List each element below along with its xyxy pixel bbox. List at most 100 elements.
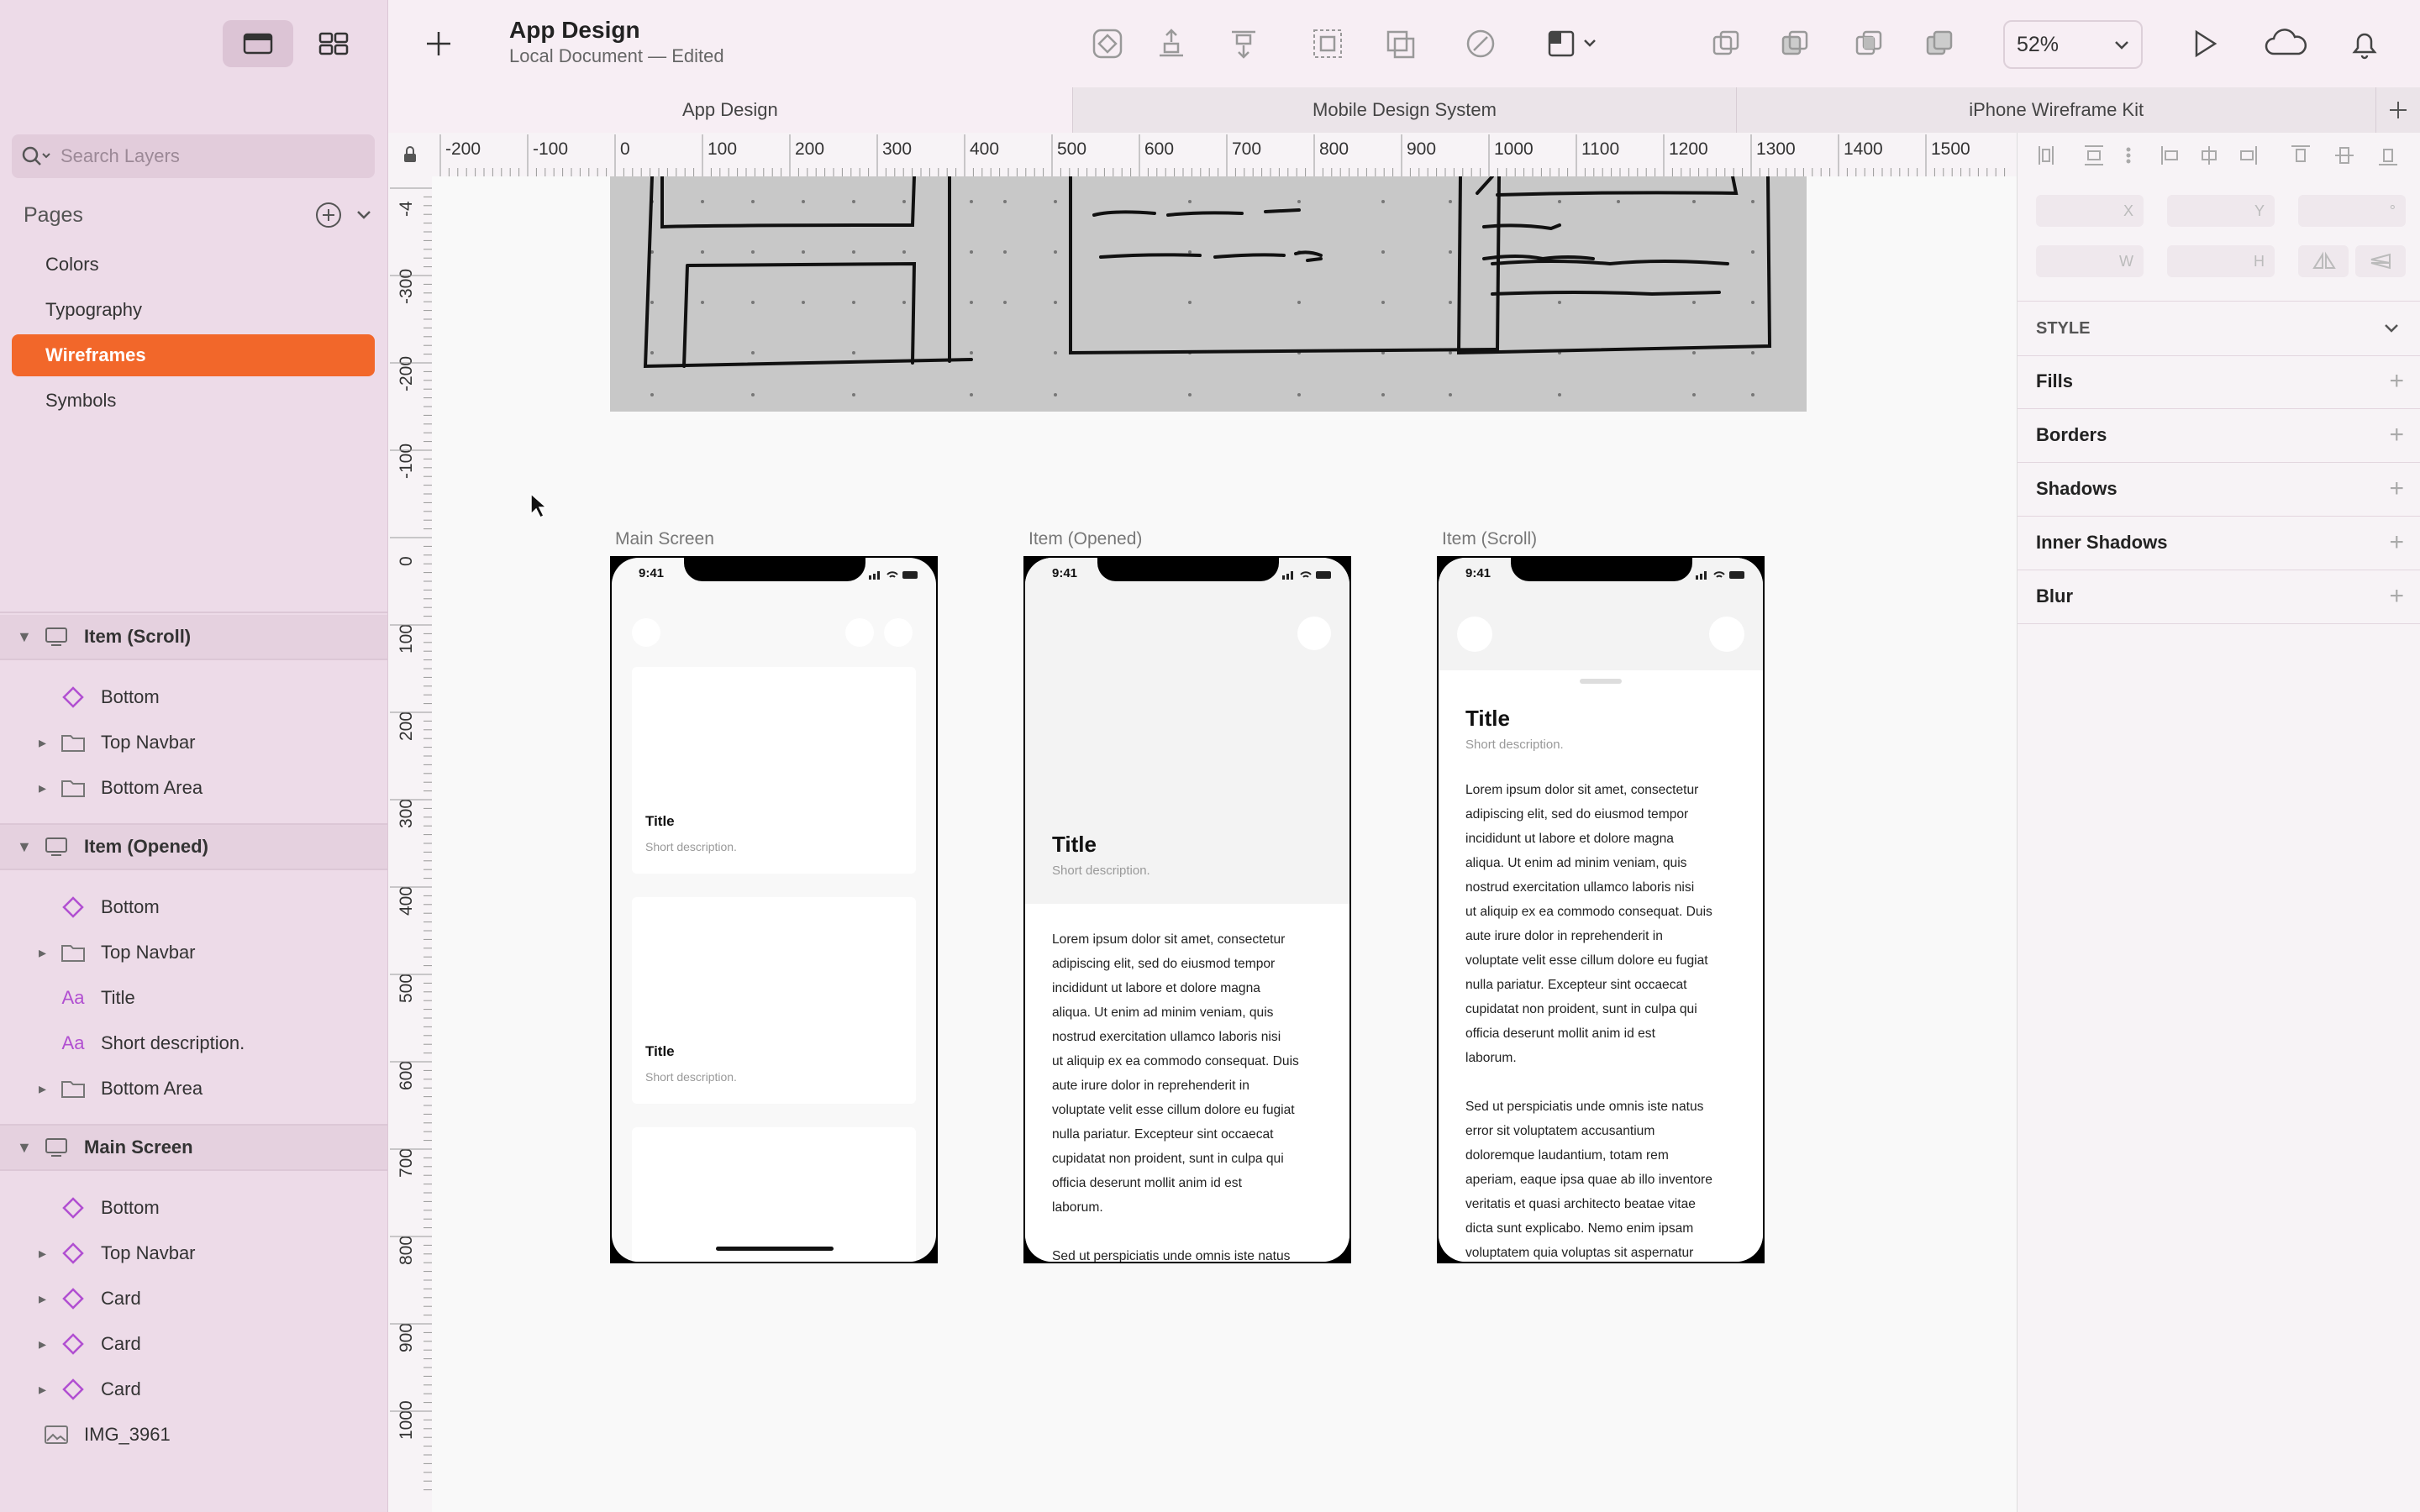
add-shadow-icon[interactable]: + xyxy=(2389,475,2404,503)
layer-item[interactable]: Aa Title xyxy=(0,976,387,1020)
layer-item[interactable]: Bottom xyxy=(0,885,387,929)
chevron-right-icon[interactable]: ▸ xyxy=(39,1245,46,1263)
difference-button[interactable] xyxy=(1921,25,1958,62)
shadows-section[interactable]: Shadows + xyxy=(2018,462,2420,517)
tab-app-design[interactable]: App Design xyxy=(388,87,1073,133)
inner-shadows-section[interactable]: Inner Shadows + xyxy=(2018,516,2420,570)
edit-button[interactable] xyxy=(1462,25,1499,62)
tab-iphone-wireframe-kit[interactable]: iPhone Wireframe Kit xyxy=(1737,87,2377,133)
add-blur-icon[interactable]: + xyxy=(2389,582,2404,611)
forward-button[interactable] xyxy=(1153,25,1190,62)
x-field[interactable]: X xyxy=(2036,195,2144,227)
artboard-label[interactable]: Item (Scroll) xyxy=(1442,529,1537,549)
ruler-tick-label: 600 xyxy=(397,1061,416,1090)
layer-item[interactable]: ▸ Top Navbar xyxy=(0,721,387,764)
card[interactable]: Title Short description. xyxy=(632,897,916,1104)
search-layers-input[interactable]: Search Layers xyxy=(12,134,375,178)
add-tab-button[interactable] xyxy=(2376,87,2420,133)
layer-item[interactable]: ▸ Bottom Area xyxy=(0,1067,387,1110)
chevron-right-icon[interactable]: ▸ xyxy=(39,734,46,752)
height-field[interactable]: H xyxy=(2167,245,2275,277)
ruler-tick-label: 400 xyxy=(397,886,416,916)
add-inner-shadow-icon[interactable]: + xyxy=(2389,528,2404,557)
artboard-item-scroll[interactable]: 9:41 Title Short description. Lorem ipsu… xyxy=(1437,556,1765,1263)
artboard-label[interactable]: Main Screen xyxy=(615,529,714,549)
chevron-down-icon[interactable]: ▼ xyxy=(17,628,32,646)
cloud-button[interactable] xyxy=(2262,25,2312,62)
layer-item[interactable]: ▸ Card xyxy=(0,1277,387,1320)
rotation-field[interactable]: ° xyxy=(2298,195,2406,227)
layer-group-main-screen[interactable]: ▼ Main Screen xyxy=(0,1126,387,1169)
chevron-right-icon[interactable]: ▸ xyxy=(39,1290,46,1308)
layer-item[interactable]: ▸ Card xyxy=(0,1368,387,1411)
collapse-pages-icon[interactable] xyxy=(351,202,376,228)
ungroup-button[interactable] xyxy=(1381,25,1418,62)
layer-group-item-opened[interactable]: ▼ Item (Opened) xyxy=(0,825,387,869)
intersect-button[interactable] xyxy=(1850,25,1887,62)
item-title: Title xyxy=(1052,832,1097,857)
add-border-icon[interactable]: + xyxy=(2389,421,2404,449)
chevron-right-icon[interactable]: ▸ xyxy=(39,1381,46,1399)
layer-item[interactable]: Aa Short description. xyxy=(0,1021,387,1065)
fills-section[interactable]: Fills + xyxy=(2018,354,2420,409)
grid-view-button[interactable] xyxy=(298,20,369,67)
field-label: ° xyxy=(2389,202,2396,219)
artboard-label[interactable]: Item (Opened) xyxy=(1028,529,1142,549)
add-page-icon[interactable] xyxy=(314,201,343,229)
home-indicator xyxy=(716,1247,834,1251)
notifications-button[interactable] xyxy=(2346,25,2383,62)
artboard-main-screen[interactable]: 9:41 Title Short description. Title Shor… xyxy=(610,556,938,1263)
canvas[interactable]: Main Screen Item (Opened) Item (Scroll) … xyxy=(432,176,2017,1512)
insert-button[interactable] xyxy=(427,25,464,62)
body-line: aperiam, eaque ipsa quae ab illo invento… xyxy=(1465,1173,1712,1187)
zoom-select[interactable]: 52% xyxy=(2003,20,2143,69)
backward-button[interactable] xyxy=(1225,25,1262,62)
ruler-tick-label: 200 xyxy=(795,139,824,159)
flip-horizontal-button[interactable] xyxy=(2298,245,2349,277)
chevron-right-icon[interactable]: ▸ xyxy=(39,1336,46,1353)
style-header[interactable]: STYLE xyxy=(2018,301,2420,356)
blur-section[interactable]: Blur + xyxy=(2018,570,2420,624)
chevron-down-icon[interactable]: ▼ xyxy=(17,1139,32,1157)
page-item-symbols[interactable]: Symbols xyxy=(12,380,375,422)
tab-mobile-design-system[interactable]: Mobile Design System xyxy=(1073,87,1738,133)
page-item-wireframes[interactable]: Wireframes xyxy=(12,334,375,376)
single-view-button[interactable] xyxy=(223,20,293,67)
add-fill-icon[interactable]: + xyxy=(2389,367,2404,396)
status-time: 9:41 xyxy=(1465,566,1491,580)
union-button[interactable] xyxy=(1707,25,1744,62)
card[interactable]: Title Short description. xyxy=(632,667,916,874)
chevron-right-icon[interactable]: ▸ xyxy=(39,780,46,797)
layer-item[interactable]: ▸ Top Navbar xyxy=(0,1231,387,1275)
chevron-down-icon xyxy=(2385,324,2398,333)
sketch-image[interactable] xyxy=(610,176,1807,412)
create-symbol-button[interactable] xyxy=(1089,25,1126,62)
chevron-down-icon[interactable]: ▼ xyxy=(17,838,32,856)
transform-button[interactable] xyxy=(1544,25,1603,62)
ruler-tick-label: -4 xyxy=(397,201,416,217)
page-item-colors[interactable]: Colors xyxy=(12,244,375,286)
page-item-typography[interactable]: Typography xyxy=(12,289,375,331)
preview-button[interactable] xyxy=(2186,25,2223,62)
layer-item[interactable]: ▸ Top Navbar xyxy=(0,931,387,974)
play-icon xyxy=(2195,29,2217,58)
flip-vertical-button[interactable] xyxy=(2355,245,2406,277)
artboard-item-opened[interactable]: 9:41 Title Short description. Lorem ipsu… xyxy=(1023,556,1351,1263)
width-field[interactable]: W xyxy=(2036,245,2144,277)
layer-item[interactable]: ▸ Card xyxy=(0,1322,387,1366)
chevron-right-icon[interactable]: ▸ xyxy=(39,944,46,962)
y-field[interactable]: Y xyxy=(2167,195,2275,227)
layer-item[interactable]: Bottom xyxy=(0,1186,387,1230)
page-label: Typography xyxy=(45,299,142,320)
borders-section[interactable]: Borders + xyxy=(2018,408,2420,463)
group-button[interactable] xyxy=(1309,25,1346,62)
layer-item[interactable]: IMG_3961 xyxy=(0,1413,387,1457)
sheet-handle[interactable] xyxy=(1580,679,1622,684)
ruler-lock[interactable] xyxy=(388,133,433,177)
card[interactable] xyxy=(632,1127,916,1262)
chevron-right-icon[interactable]: ▸ xyxy=(39,1080,46,1098)
layer-group-item-scroll[interactable]: ▼ Item (Scroll) xyxy=(0,615,387,659)
layer-item[interactable]: ▸ Bottom Area xyxy=(0,766,387,810)
subtract-button[interactable] xyxy=(1776,25,1813,62)
layer-item[interactable]: Bottom xyxy=(0,675,387,719)
